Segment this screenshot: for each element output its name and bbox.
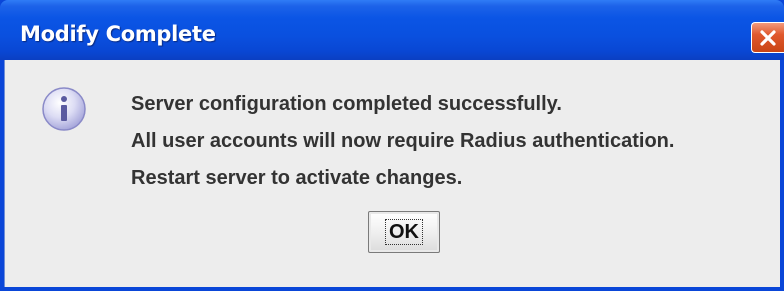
close-icon: [760, 29, 776, 46]
close-button[interactable]: [751, 22, 784, 53]
info-icon: [42, 87, 86, 131]
window-border-bottom: [0, 287, 784, 291]
dialog-window: Modify Complete Server configuration com…: [0, 0, 784, 291]
message-line: Server configuration completed successfu…: [131, 93, 562, 115]
message-line: All user accounts will now require Radiu…: [131, 130, 675, 152]
ok-button[interactable]: OK: [368, 211, 440, 253]
message-text: Server configuration completed successfu…: [131, 86, 674, 197]
window-border-right: [780, 60, 784, 291]
ok-button-label: OK: [385, 219, 423, 245]
dialog-body: Server configuration completed successfu…: [4, 60, 781, 287]
title-bar[interactable]: Modify Complete: [0, 0, 784, 60]
dialog-title: Modify Complete: [20, 22, 216, 46]
message-line: Restart server to activate changes.: [131, 167, 463, 189]
